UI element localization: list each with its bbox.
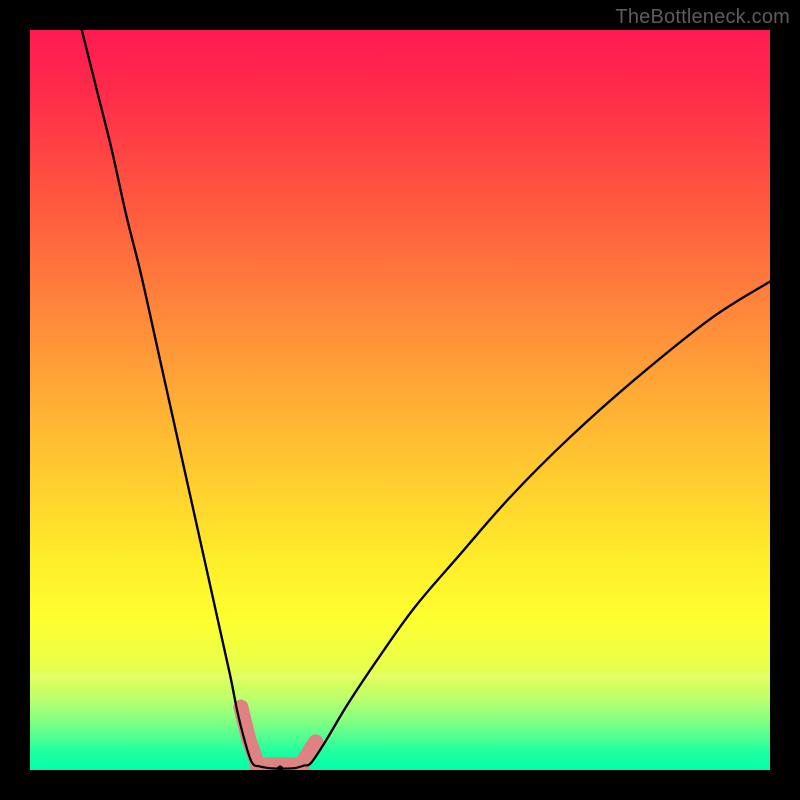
plot-area [30, 30, 770, 770]
curve-marker [310, 742, 316, 751]
bottleneck-curve-overlay [82, 30, 770, 769]
watermark-text: TheBottleneck.com [615, 6, 790, 29]
chart-frame: TheBottleneck.com [0, 0, 800, 800]
curve-layer [30, 30, 770, 770]
bottleneck-curve [82, 30, 770, 769]
curve-marker [251, 744, 257, 761]
